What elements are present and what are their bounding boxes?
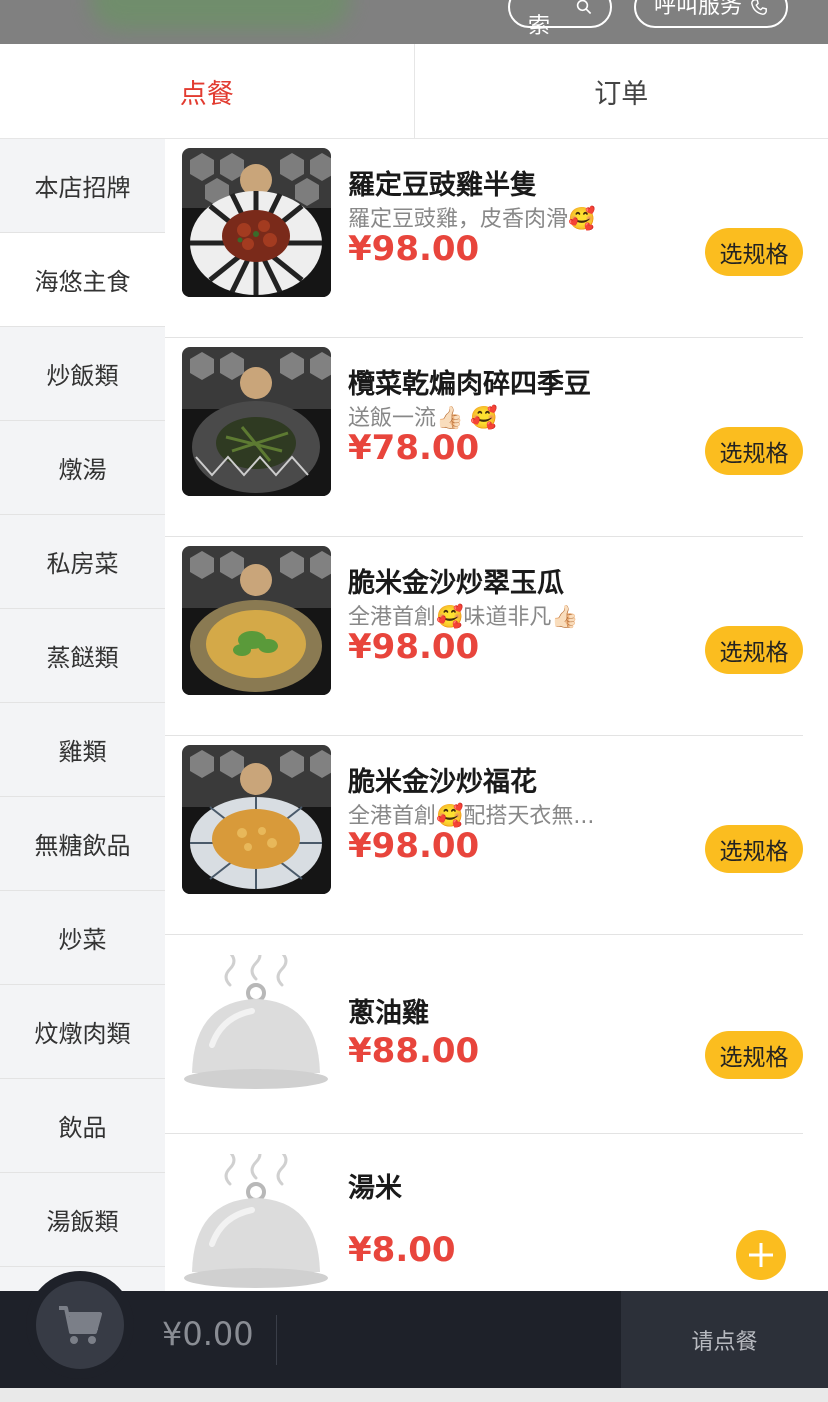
- sidebar-item-sugar-free-drinks[interactable]: 無糖飲品: [0, 797, 165, 891]
- sidebar-item-stir-fry[interactable]: 炒菜: [0, 891, 165, 985]
- dish-image[interactable]: [182, 546, 331, 695]
- sidebar-item-steamed[interactable]: 蒸餸類: [0, 609, 165, 703]
- menu-item: 欖菜乾煸肉碎四季豆 送飯一流👍🏻 🥰 ¥78.00 选规格: [165, 338, 803, 537]
- dish-image[interactable]: [182, 347, 331, 496]
- dish-price: ¥98.00: [348, 826, 480, 866]
- dish-name: 脆米金沙炒翠玉瓜: [348, 568, 564, 599]
- menu-item: 蔥油雞 ¥88.00 选规格: [165, 935, 803, 1134]
- dish-price: ¥98.00: [348, 627, 480, 667]
- dish-price: ¥78.00: [348, 428, 480, 468]
- select-spec-button[interactable]: 选规格: [705, 228, 803, 276]
- home-indicator-strip: [0, 1388, 828, 1402]
- search-icon: [576, 0, 591, 15]
- sidebar-item-signature[interactable]: 本店招牌: [0, 139, 165, 233]
- sidebar-item-soup-rice[interactable]: 湯飯類: [0, 1173, 165, 1267]
- cart-button[interactable]: [26, 1271, 134, 1379]
- dish-name: 羅定豆豉雞半隻: [348, 170, 537, 201]
- sidebar-item-chicken[interactable]: 雞類: [0, 703, 165, 797]
- header-background-image: [90, 0, 350, 30]
- menu-item: 脆米金沙炒翠玉瓜 全港首創🥰味道非凡👍🏻 ¥98.00 选规格: [165, 537, 803, 736]
- main-tabs: 点餐 订单: [0, 44, 828, 139]
- dish-name: 湯米: [348, 1173, 402, 1204]
- select-spec-button[interactable]: 选规格: [705, 825, 803, 873]
- cloche-placeholder-icon[interactable]: [182, 1154, 331, 1291]
- category-sidebar: 本店招牌 海悠主食 炒飯類 燉湯 私房菜 蒸餸類 雞類 無糖飲品 炒菜 炆燉肉類…: [0, 139, 165, 1291]
- dish-name: 欖菜乾煸肉碎四季豆: [348, 369, 591, 400]
- search-button-label: 搜索: [528, 14, 551, 39]
- cart-icon: [59, 1306, 102, 1344]
- menu-list: 羅定豆豉雞半隻 羅定豆豉雞，皮香肉滑🥰 ¥98.00 选规格 欖菜乾煸肉碎四季豆…: [165, 139, 828, 1291]
- dish-name: 蔥油雞: [348, 998, 429, 1029]
- sidebar-item-private-dishes[interactable]: 私房菜: [0, 515, 165, 609]
- cloche-placeholder-icon[interactable]: [182, 955, 331, 1104]
- dish-image[interactable]: [182, 745, 331, 894]
- sidebar-item-braised-meat[interactable]: 炆燉肉類: [0, 985, 165, 1079]
- menu-item: 脆米金沙炒福花 全港首創🥰配搭天衣無... ¥98.00 选规格: [165, 736, 803, 935]
- select-spec-button[interactable]: 选规格: [705, 1031, 803, 1079]
- call-service-label: 呼叫服务: [654, 0, 743, 19]
- dish-image[interactable]: [182, 148, 331, 297]
- search-button[interactable]: 搜索: [508, 0, 612, 39]
- dish-name: 脆米金沙炒福花: [348, 767, 537, 798]
- sidebar-item-drinks[interactable]: 飲品: [0, 1079, 165, 1173]
- call-service-button[interactable]: 呼叫服务: [634, 0, 788, 28]
- plus-icon: [749, 1243, 773, 1267]
- dish-price: ¥8.00: [348, 1230, 456, 1270]
- sidebar-item-staple[interactable]: 海悠主食: [0, 233, 165, 327]
- tab-orders[interactable]: 订单: [413, 44, 828, 138]
- select-spec-button[interactable]: 选规格: [705, 427, 803, 475]
- cart-total: ¥0.00: [162, 1315, 254, 1353]
- phone-icon: [751, 0, 767, 15]
- tab-order-food[interactable]: 点餐: [0, 44, 414, 138]
- place-order-button[interactable]: 请点餐: [621, 1291, 828, 1388]
- add-to-cart-button[interactable]: [736, 1230, 786, 1280]
- menu-item: 湯米 ¥8.00: [165, 1134, 803, 1291]
- cart-divider: [276, 1315, 277, 1365]
- top-header: 搜索 呼叫服务: [0, 0, 828, 44]
- sidebar-item-fried-rice[interactable]: 炒飯類: [0, 327, 165, 421]
- select-spec-button[interactable]: 选规格: [705, 626, 803, 674]
- dish-price: ¥98.00: [348, 229, 480, 269]
- sidebar-item-soup[interactable]: 燉湯: [0, 421, 165, 515]
- dish-price: ¥88.00: [348, 1031, 480, 1071]
- menu-item: 羅定豆豉雞半隻 羅定豆豉雞，皮香肉滑🥰 ¥98.00 选规格: [165, 139, 803, 338]
